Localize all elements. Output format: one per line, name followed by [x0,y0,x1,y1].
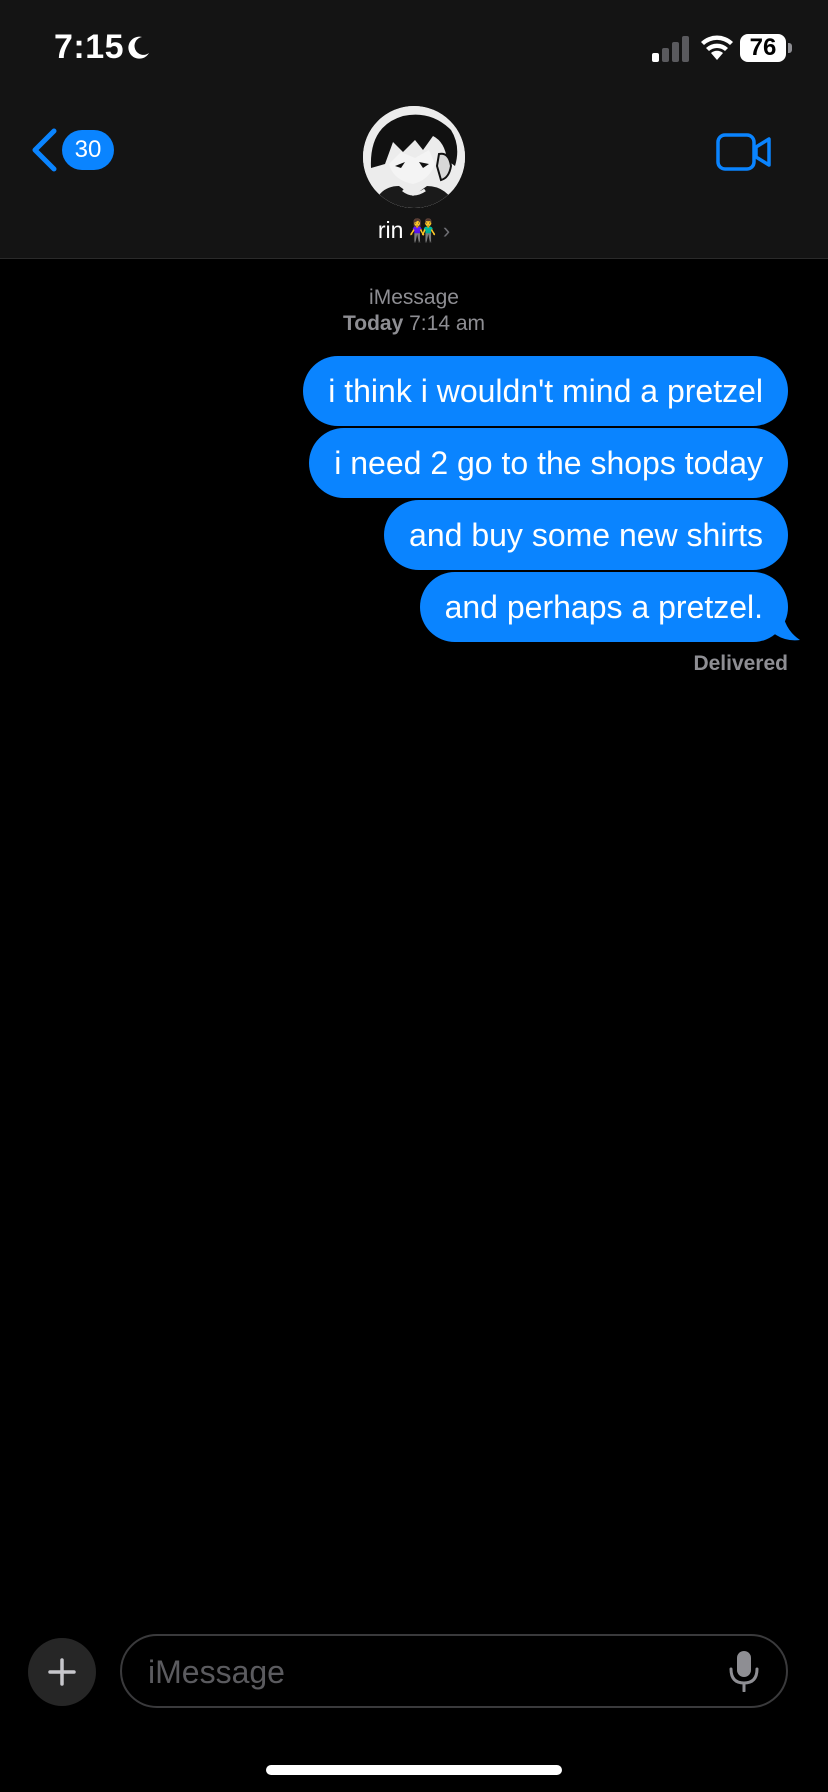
battery-nub [788,43,792,53]
contact-avatar[interactable] [363,106,465,208]
navigation-header: 7:15 76 30 rin 👫 › [0,0,828,259]
back-button[interactable]: 30 [30,126,116,174]
status-bar: 7:15 76 [0,0,828,100]
video-camera-icon[interactable] [716,132,772,172]
conversation-timestamp: Today 7:14 am [0,312,828,336]
contact-name: rin [377,217,404,243]
home-indicator[interactable] [266,1765,562,1775]
unread-count-badge: 30 [62,130,114,170]
delivery-status: Delivered [693,652,788,675]
timestamp-day: Today [342,312,404,335]
plus-icon [48,1658,76,1686]
chevron-left-icon [32,128,57,172]
message-bubble[interactable]: and perhaps a pretzel. [419,572,788,642]
message-bubble[interactable]: i think i wouldn't mind a pretzel [303,356,788,426]
cellular-signal-icon [652,36,689,62]
add-attachment-button[interactable] [28,1638,96,1706]
contact-name-row[interactable]: rin 👫 › [0,214,828,246]
chevron-right-icon: › [442,218,451,243]
battery-icon: 76 [740,34,786,62]
message-bubble[interactable]: i need 2 go to the shops today [309,428,788,498]
message-input[interactable] [146,1646,710,1698]
avatar-image [363,106,465,208]
message-input-field[interactable] [120,1634,788,1708]
moon-icon [128,36,149,59]
contact-emoji: 👫 [409,218,437,243]
message-bubble[interactable]: and buy some new shirts [384,500,788,570]
bubble-tail [772,604,800,641]
timestamp-time: 7:14 am [409,312,486,335]
status-time: 7:15 [54,28,125,66]
microphone-icon[interactable] [728,1650,760,1692]
service-label: iMessage [369,286,459,309]
wifi-icon [701,35,733,60]
